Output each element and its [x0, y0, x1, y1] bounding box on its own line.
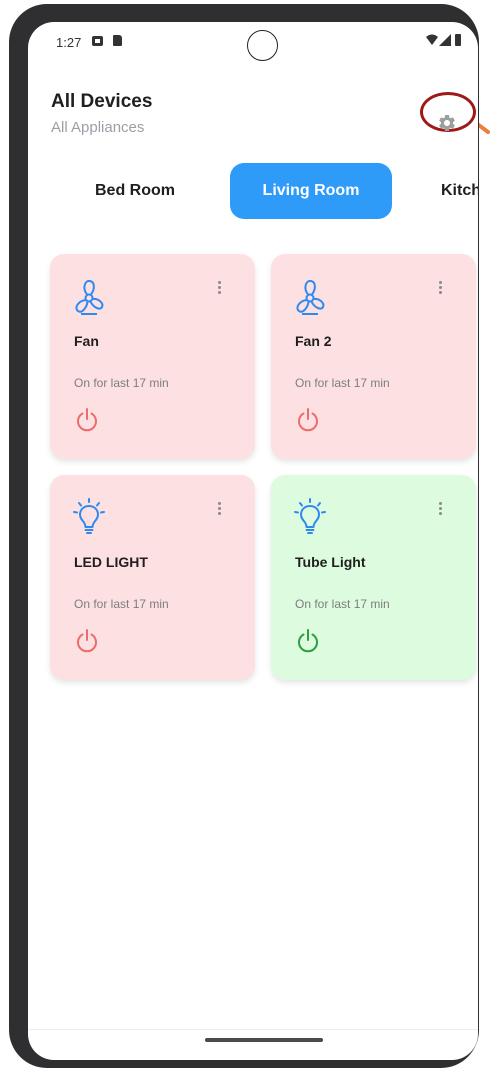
more-options-icon[interactable]	[435, 502, 445, 520]
power-icon[interactable]	[75, 407, 99, 433]
device-card-led-light[interactable]: LED LIGHT On for last 17 min	[50, 475, 255, 680]
bulb-icon	[294, 498, 326, 534]
fan-icon	[296, 279, 325, 315]
device-name: Fan	[74, 333, 99, 349]
more-options-icon[interactable]	[435, 281, 445, 299]
power-icon[interactable]	[75, 628, 99, 654]
device-card-fan[interactable]: Fan On for last 17 min	[50, 254, 255, 459]
device-status: On for last 17 min	[295, 376, 390, 390]
device-card-fan-2[interactable]: Fan 2 On for last 17 min	[271, 254, 476, 459]
device-status: On for last 17 min	[74, 376, 169, 390]
tab-bed-room[interactable]: Bed Room	[80, 163, 190, 219]
device-status: On for last 17 min	[74, 597, 169, 611]
sd-card-icon	[113, 35, 122, 46]
notification-icon	[92, 36, 103, 46]
page-subtitle: All Appliances	[51, 119, 145, 136]
device-name: LED LIGHT	[74, 554, 148, 570]
signal-icon	[439, 34, 451, 46]
device-status: On for last 17 min	[295, 597, 390, 611]
bulb-icon	[73, 498, 105, 534]
more-options-icon[interactable]	[214, 281, 224, 299]
home-indicator[interactable]	[205, 1038, 323, 1042]
tab-kitchen[interactable]: Kitchen	[441, 163, 478, 219]
page-title: All Devices	[51, 91, 153, 112]
more-options-icon[interactable]	[214, 502, 224, 520]
status-bar: 1:27	[28, 22, 478, 62]
phone-frame: 1:27 All Devices All Appliances Bed Room…	[9, 4, 479, 1068]
app-screen: 1:27 All Devices All Appliances Bed Room…	[28, 22, 478, 1060]
wifi-icon	[426, 34, 438, 45]
tab-living-room[interactable]: Living Room	[230, 163, 392, 219]
power-icon[interactable]	[296, 628, 320, 654]
battery-icon	[455, 34, 461, 46]
navigation-divider	[28, 1029, 478, 1030]
device-name: Tube Light	[295, 554, 366, 570]
power-icon[interactable]	[296, 407, 320, 433]
device-name: Fan 2	[295, 333, 332, 349]
camera-cutout	[247, 30, 278, 61]
fan-icon	[75, 279, 104, 315]
gear-icon	[439, 114, 455, 131]
device-card-tube-light[interactable]: Tube Light On for last 17 min	[271, 475, 476, 680]
status-time: 1:27	[56, 35, 82, 50]
settings-button[interactable]	[436, 112, 458, 134]
stage: 1:27 All Devices All Appliances Bed Room…	[0, 0, 490, 1074]
